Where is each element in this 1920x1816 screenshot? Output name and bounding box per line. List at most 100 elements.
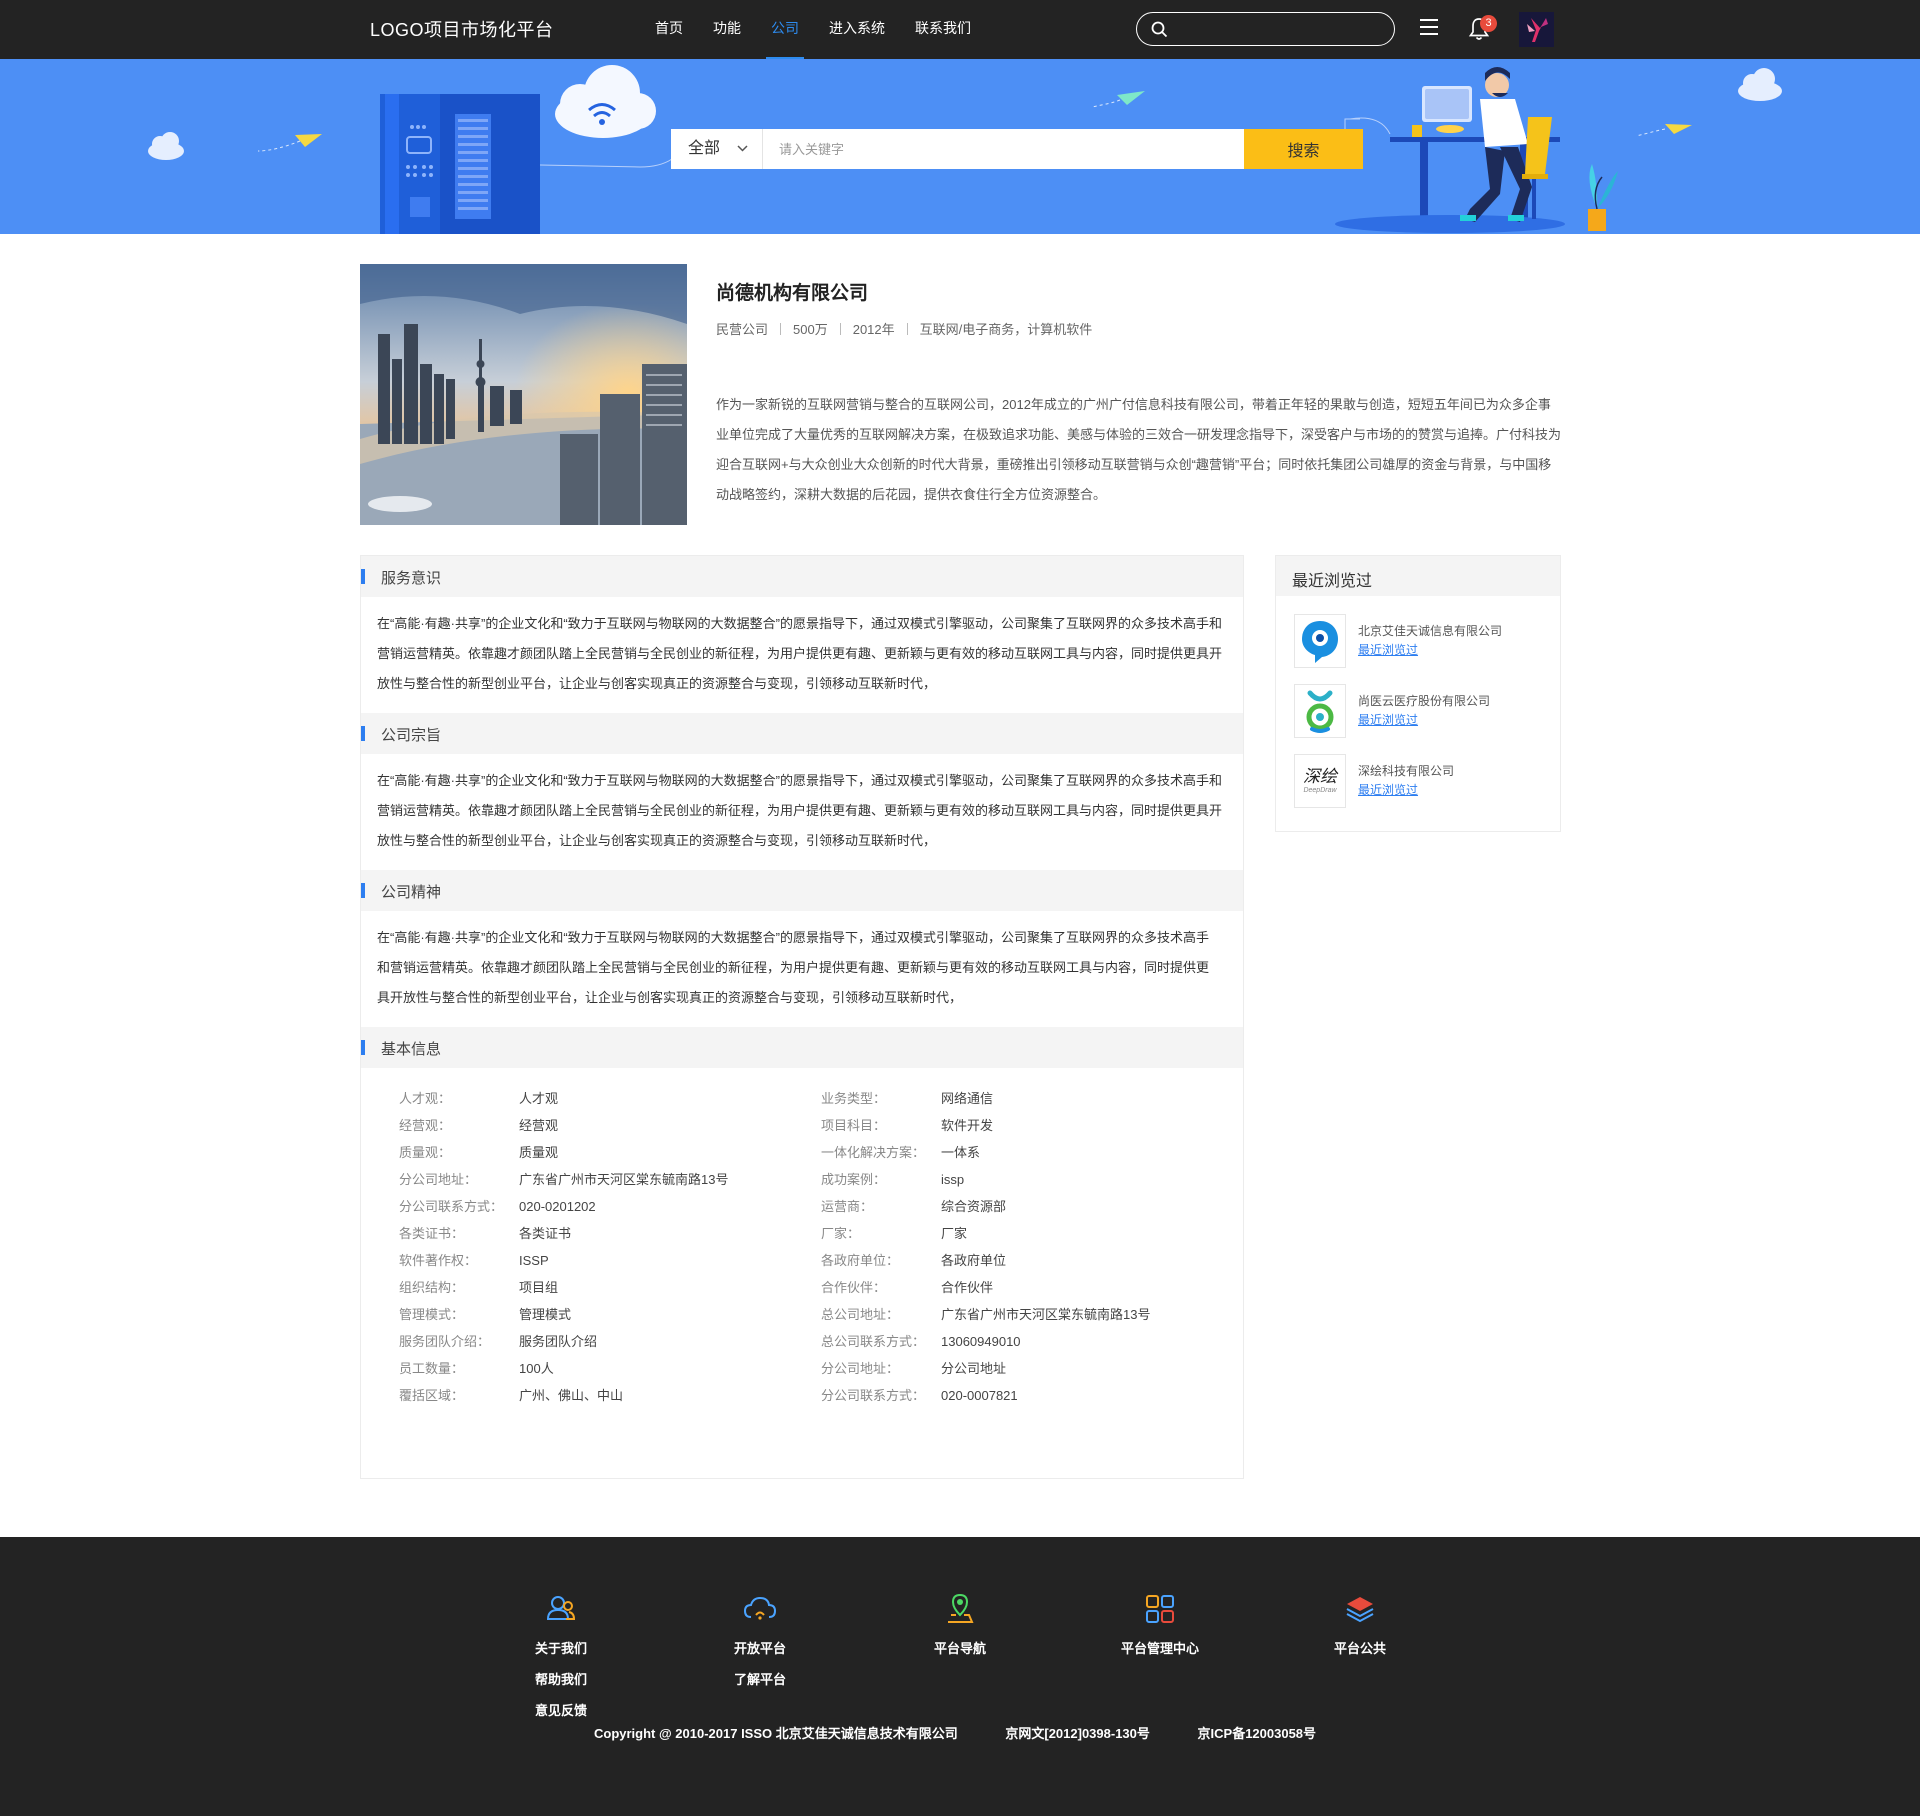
- nav-enter-system[interactable]: 进入系统: [814, 0, 900, 59]
- blue-drop-logo: [1294, 614, 1346, 668]
- divider: [839, 322, 841, 335]
- info-label: 分公司联系方式：: [399, 1199, 504, 1214]
- info-value: 综合资源部: [941, 1199, 1007, 1214]
- page: LOGO项目市场化平台 首页 功能 公司 进入系统 联系我们 3 全部 请入关键…: [0, 0, 1920, 1816]
- info-value: 厂家: [941, 1226, 968, 1241]
- info-row: 员工数量： 100人: [399, 1355, 821, 1382]
- company-meta: 民营公司 500万 2012年 互联网/电子商务，计算机软件: [716, 319, 1092, 338]
- recent-item-link[interactable]: 最近浏览过: [1358, 780, 1454, 800]
- info-label: 经营观：: [399, 1118, 452, 1133]
- footer: 关于我们 帮助我们 意见反馈 开放平台 了解平台 平台导航 平台管理中心 平台公…: [0, 1537, 1920, 1816]
- info-value: 网络通信: [941, 1091, 994, 1106]
- info-value: 020-0007821: [941, 1388, 1018, 1403]
- icp-text: 京ICP备12003058号: [1197, 1726, 1317, 1741]
- chevron-down-icon: [737, 145, 748, 152]
- info-row: 分公司地址： 广东省广州市天河区棠东毓南路13号: [399, 1166, 821, 1193]
- keyword-input[interactable]: [763, 129, 1244, 169]
- info-value: 各类证书: [519, 1226, 572, 1241]
- section-header: 基本信息: [361, 1027, 1243, 1068]
- info-value: 管理模式: [519, 1307, 572, 1322]
- map-pin-icon: [948, 1593, 974, 1623]
- menu-icon[interactable]: [1420, 19, 1438, 35]
- info-label: 覆括区域：: [399, 1388, 465, 1403]
- info-value: 软件开发: [941, 1118, 994, 1133]
- info-value: 项目组: [519, 1280, 559, 1295]
- deepdraw-logo: 深绘 DeepDraw: [1294, 754, 1346, 808]
- section-body: 在“高能·有趣·共享”的企业文化和“致力于互联网与物联网的大数据整合”的愿景指导…: [377, 930, 1210, 1005]
- info-value: 服务团队介绍: [519, 1334, 598, 1349]
- nav-company[interactable]: 公司: [756, 0, 814, 59]
- info-row: 覆括区域： 广州、佛山、中山: [399, 1382, 821, 1409]
- info-value: 广东省广州市天河区棠东毓南路13号: [519, 1172, 729, 1187]
- info-row: 一体化解决方案： 一体系: [821, 1139, 1243, 1166]
- nav-home[interactable]: 首页: [640, 0, 698, 59]
- avatar[interactable]: [1519, 12, 1554, 47]
- recent-item-text: 尚医云医疗股份有限公司 最近浏览过: [1358, 684, 1490, 738]
- section-body: 在“高能·有趣·共享”的企业文化和“致力于互联网与物联网的大数据整合”的愿景指导…: [377, 616, 1223, 691]
- info-label: 软件著作权：: [399, 1253, 478, 1268]
- info-row: 各政府单位： 各政府单位: [821, 1247, 1243, 1274]
- recent-item[interactable]: 深绘 DeepDraw 深绘科技有限公司 最近浏览过: [1294, 754, 1544, 808]
- info-row: 分公司联系方式： 020-0007821: [821, 1382, 1243, 1409]
- grid-icon: [1146, 1595, 1174, 1623]
- nav-search-input[interactable]: [1136, 12, 1395, 46]
- layers-icon: [1346, 1597, 1374, 1623]
- footer-link[interactable]: 平台管理中心: [1090, 1633, 1230, 1664]
- company-founded: 2012年: [852, 322, 895, 337]
- info-label: 总公司联系方式：: [821, 1334, 926, 1349]
- logo[interactable]: LOGO项目市场化平台: [370, 16, 554, 42]
- info-label: 合作伙伴：: [821, 1280, 887, 1295]
- info-label: 总公司地址：: [821, 1307, 900, 1322]
- copyright-text: Copyright @ 2010-2017 ISSO 北京艾佳天诚信息技术有限公…: [594, 1726, 958, 1741]
- info-row: 业务类型： 网络通信: [821, 1085, 1243, 1112]
- nav-contact[interactable]: 联系我们: [900, 0, 986, 59]
- nav-features[interactable]: 功能: [698, 0, 756, 59]
- recent-item-text: 北京艾佳天诚信息有限公司 最近浏览过: [1358, 614, 1502, 668]
- category-select[interactable]: 全部: [671, 129, 763, 169]
- green-figure-logo: [1294, 684, 1346, 738]
- info-row: 成功案例： issp: [821, 1166, 1243, 1193]
- company-industry: 互联网/电子商务，计算机软件: [919, 322, 1093, 337]
- info-label: 各类证书：: [399, 1226, 465, 1241]
- recent-panel: 最近浏览过 北京艾佳天诚信息有限公司 最近浏览过 尚医云医疗股份有限公司 最近浏…: [1275, 555, 1561, 832]
- banner: 全部 搜索: [0, 59, 1920, 234]
- top-nav: LOGO项目市场化平台 首页 功能 公司 进入系统 联系我们 3: [0, 0, 1920, 59]
- footer-link[interactable]: 平台导航: [890, 1633, 1030, 1664]
- recent-item-link[interactable]: 最近浏览过: [1358, 640, 1502, 660]
- info-row: 项目科目： 软件开发: [821, 1112, 1243, 1139]
- recent-item-link[interactable]: 最近浏览过: [1358, 710, 1490, 730]
- info-label: 业务类型：: [821, 1091, 887, 1106]
- section-spirit: 公司精神 在“高能·有趣·共享”的企业文化和“致力于互联网与物联网的大数据整合”…: [361, 870, 1243, 1027]
- section-service: 服务意识 在“高能·有趣·共享”的企业文化和“致力于互联网与物联网的大数据整合”…: [361, 556, 1243, 713]
- info-value: 100人: [519, 1361, 554, 1376]
- recent-item[interactable]: 尚医云医疗股份有限公司 最近浏览过: [1294, 684, 1544, 738]
- footer-col-admin: 平台管理中心: [1090, 1589, 1230, 1664]
- section-title: 公司精神: [381, 884, 442, 901]
- footer-link[interactable]: 帮助我们: [491, 1664, 631, 1695]
- info-row: 管理模式： 管理模式: [399, 1301, 821, 1328]
- section-basic-info: 基本信息 人才观： 人才观 经营观： 经营观 质量观： 质量观 分公司地址： 广东省广州市天河…: [361, 1027, 1243, 1409]
- footer-link[interactable]: 意见反馈: [491, 1695, 631, 1726]
- info-label: 员工数量：: [399, 1361, 465, 1376]
- info-row: 分公司地址： 分公司地址: [821, 1355, 1243, 1382]
- footer-col-public: 平台公共: [1290, 1589, 1430, 1664]
- info-value: 广东省广州市天河区棠东毓南路13号: [941, 1307, 1151, 1322]
- company-capital: 500万: [793, 322, 828, 337]
- footer-link[interactable]: 平台公共: [1290, 1633, 1430, 1664]
- section-marker: [361, 1040, 365, 1055]
- footer-link[interactable]: 关于我们: [491, 1633, 631, 1664]
- footer-link[interactable]: 了解平台: [690, 1664, 830, 1695]
- info-value: 13060949010: [941, 1334, 1021, 1349]
- info-row: 总公司联系方式： 13060949010: [821, 1328, 1243, 1355]
- recent-item-name: 尚医云医疗股份有限公司: [1358, 694, 1491, 708]
- recent-item[interactable]: 北京艾佳天诚信息有限公司 最近浏览过: [1294, 614, 1544, 668]
- info-value: 人才观: [519, 1091, 559, 1106]
- footer-link[interactable]: 开放平台: [690, 1633, 830, 1664]
- footer-col-open-platform: 开放平台 了解平台: [690, 1589, 830, 1695]
- info-label: 服务团队介绍：: [399, 1334, 491, 1349]
- search-button[interactable]: 搜索: [1244, 129, 1363, 169]
- section-purpose: 公司宗旨 在“高能·有趣·共享”的企业文化和“致力于互联网与物联网的大数据整合”…: [361, 713, 1243, 870]
- info-row: 质量观： 质量观: [399, 1139, 821, 1166]
- basic-info-grid: 人才观： 人才观 经营观： 经营观 质量观： 质量观 分公司地址： 广东省广州市天河区棠东毓南…: [361, 1068, 1243, 1409]
- info-label: 质量观：: [399, 1145, 452, 1160]
